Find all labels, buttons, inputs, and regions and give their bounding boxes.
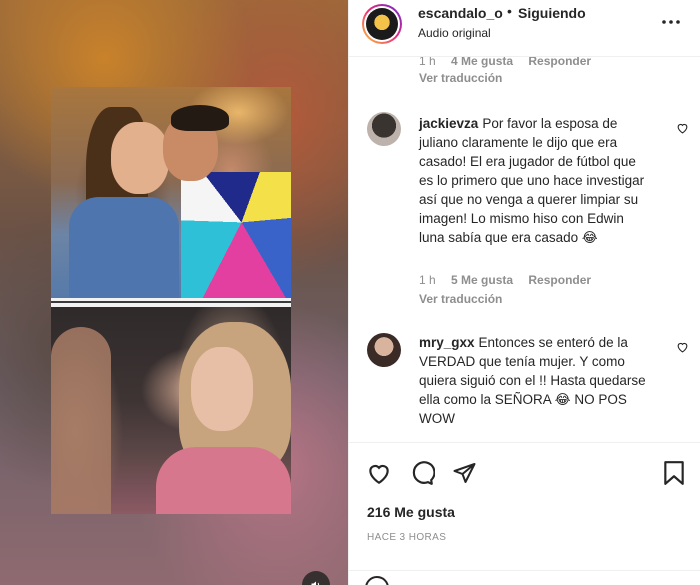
speaker-icon (311, 581, 320, 585)
prev-translate-link[interactable]: Ver traducción (419, 71, 502, 85)
more-options-button[interactable] (659, 10, 683, 34)
comment-likes[interactable]: 5 Me gusta (451, 273, 513, 287)
commenter-avatar[interactable] (367, 112, 401, 146)
prev-comment-time: 1 h (419, 57, 436, 68)
likes-count[interactable]: 216 Me gusta (367, 504, 455, 520)
translate-link[interactable]: Ver traducción (419, 292, 502, 306)
post-media[interactable] (0, 0, 348, 585)
heart-outline-icon (677, 342, 687, 353)
photo-divider (51, 298, 291, 307)
add-comment-area[interactable] (349, 570, 700, 585)
author-username[interactable]: escandalo_o (418, 5, 503, 21)
post-photo-woman (51, 307, 291, 514)
comment-body: mry_gxx Entonces se enteró de la VERDAD q… (419, 333, 649, 428)
post-side-panel: escandalo_o • Siguiendo Audio original 1… (348, 0, 700, 585)
audio-toggle-button[interactable] (302, 571, 330, 585)
comment-text: Por favor la esposa de juliano clarament… (419, 116, 645, 245)
heart-icon (369, 464, 389, 485)
like-button[interactable] (365, 459, 393, 487)
post-actions: 216 Me gusta HACE 3 HORAS (349, 442, 700, 585)
header-separator: • (507, 3, 512, 19)
prev-comment-meta: 1 h 4 Me gusta Responder (419, 57, 603, 68)
save-button[interactable] (660, 459, 688, 487)
heart-outline-icon (677, 123, 687, 134)
comment-body: jackievza Por favor la esposa de juliano … (419, 114, 649, 247)
follow-status-button[interactable]: Siguiendo (518, 5, 586, 21)
comment-bubble-icon (412, 461, 435, 485)
comment-reply[interactable]: Responder (528, 273, 591, 287)
more-horizontal-icon (662, 20, 680, 24)
post-photo-couple (51, 87, 291, 298)
comment-like-button[interactable] (675, 340, 689, 354)
share-button[interactable] (450, 459, 478, 487)
prev-comment-likes[interactable]: 4 Me gusta (451, 57, 513, 68)
bookmark-icon (664, 461, 684, 485)
comment-time: 1 h (419, 273, 436, 287)
paper-plane-icon (453, 463, 475, 483)
post-timestamp: HACE 3 HORAS (367, 532, 447, 543)
comment-username[interactable]: mry_gxx (419, 335, 475, 350)
comment-button[interactable] (408, 459, 436, 487)
audio-label-link[interactable]: Audio original (418, 26, 491, 40)
post-header: escandalo_o • Siguiendo Audio original (349, 0, 700, 57)
comment-username[interactable]: jackievza (419, 116, 478, 131)
prev-comment-reply[interactable]: Responder (528, 57, 591, 68)
commenter-avatar[interactable] (367, 333, 401, 367)
comment-meta: 1 h 5 Me gusta Responder (419, 273, 603, 287)
comments-list[interactable]: 1 h 4 Me gusta Responder Ver traducción … (349, 57, 700, 442)
comment-like-button[interactable] (675, 121, 689, 135)
author-avatar[interactable] (362, 4, 402, 44)
